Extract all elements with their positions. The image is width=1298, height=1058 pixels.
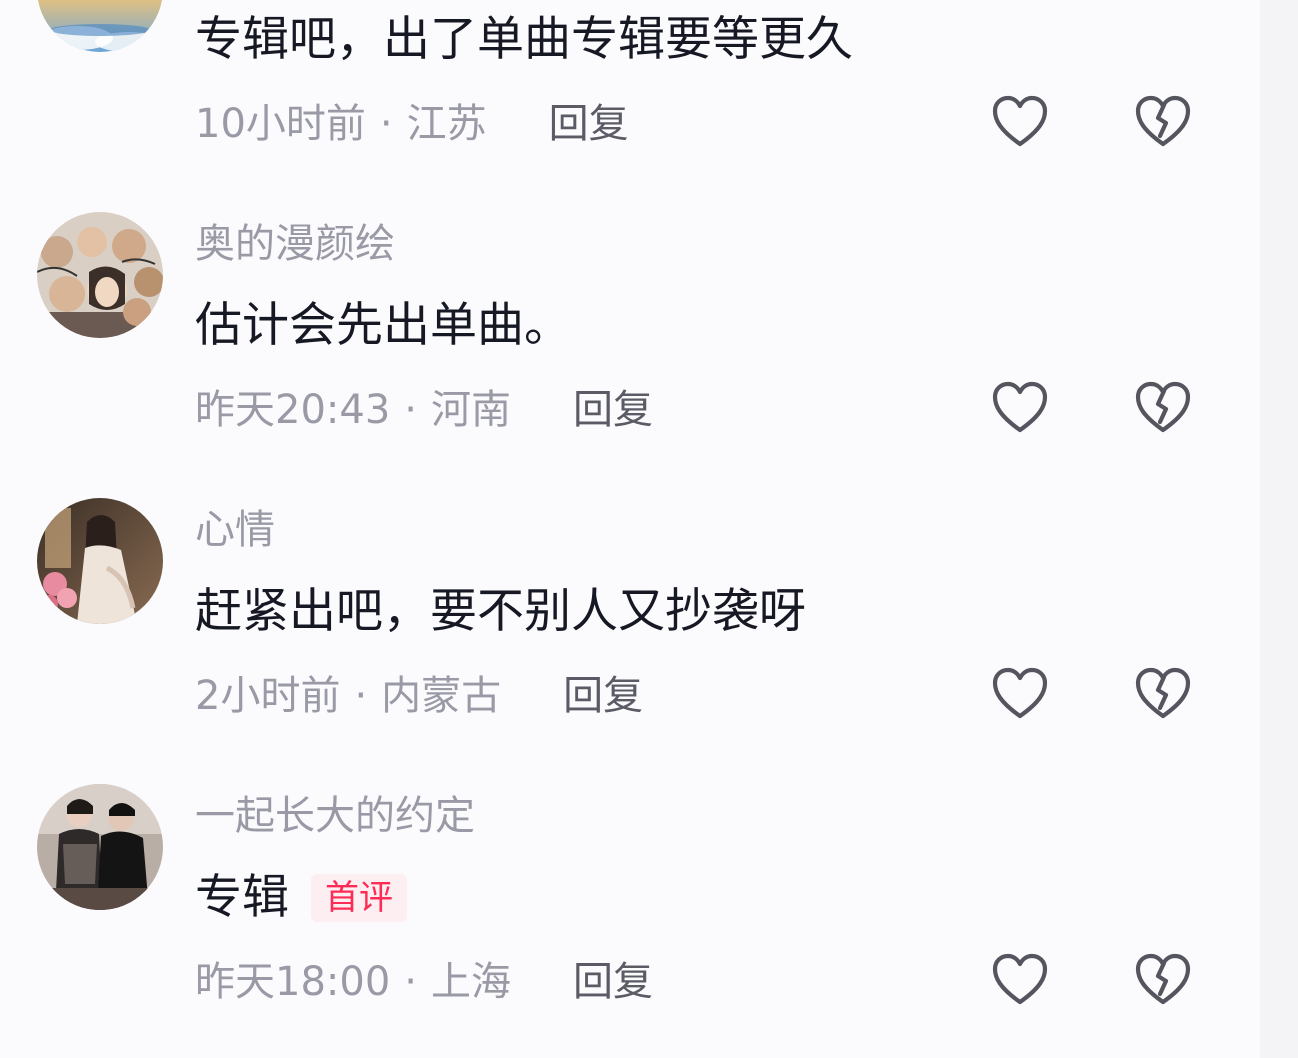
separator-dot: · xyxy=(404,959,417,1005)
comment-text-content: 专辑 xyxy=(195,870,289,925)
broken-heart-icon xyxy=(1135,667,1191,719)
dislike-button[interactable] xyxy=(1133,92,1193,152)
comment-text: 专辑 首评 xyxy=(195,870,407,926)
broken-heart-icon xyxy=(1135,381,1191,433)
like-button[interactable] xyxy=(990,92,1050,152)
comment-meta: 10小时前 · 江苏 回复 xyxy=(195,100,629,148)
separator-dot: · xyxy=(404,387,417,433)
avatar[interactable] xyxy=(37,212,163,338)
comment-location: 内蒙古 xyxy=(381,673,502,719)
comment-location: 江苏 xyxy=(406,101,487,147)
comment-time: 2小时前 xyxy=(195,673,341,719)
comment-text-content: 专辑吧，出了单曲专辑要等更久 xyxy=(195,12,853,67)
separator-dot: · xyxy=(354,673,368,719)
comment-meta: 昨天18:00 · 上海 回复 xyxy=(195,958,653,1006)
like-button[interactable] xyxy=(990,378,1050,438)
comment-time: 昨天20:43 xyxy=(195,387,391,433)
comment-text: 赶紧出吧，要不别人又抄袭呀 xyxy=(195,584,806,640)
separator-dot: · xyxy=(379,101,393,147)
avatar[interactable] xyxy=(37,0,163,52)
heart-outline-icon xyxy=(992,953,1048,1005)
heart-outline-icon xyxy=(992,95,1048,147)
like-button[interactable] xyxy=(990,664,1050,724)
comment-time: 昨天18:00 xyxy=(195,959,391,1005)
username[interactable]: 一起长大的约定 xyxy=(195,792,475,840)
broken-heart-icon xyxy=(1135,95,1191,147)
username[interactable]: 心情 xyxy=(195,506,275,554)
comment-text-content: 估计会先出单曲。 xyxy=(195,298,571,353)
reply-button[interactable]: 回复 xyxy=(573,958,653,1006)
comment-text: 估计会先出单曲。 xyxy=(195,298,571,354)
comment-meta: 昨天20:43 · 河南 回复 xyxy=(195,386,653,434)
heart-outline-icon xyxy=(992,381,1048,433)
dislike-button[interactable] xyxy=(1133,664,1193,724)
right-margin-strip xyxy=(1260,0,1298,1058)
like-button[interactable] xyxy=(990,950,1050,1010)
heart-outline-icon xyxy=(992,667,1048,719)
comment-meta: 2小时前 · 内蒙古 回复 xyxy=(195,672,643,720)
broken-heart-icon xyxy=(1135,953,1191,1005)
avatar[interactable] xyxy=(37,784,163,910)
username[interactable]: 奥的漫颜绘 xyxy=(195,220,395,268)
comment-time: 10小时前 xyxy=(195,101,366,147)
comment-location: 河南 xyxy=(431,387,511,433)
reply-button[interactable]: 回复 xyxy=(573,386,653,434)
reply-button[interactable]: 回复 xyxy=(563,672,643,720)
comment-text-content: 赶紧出吧，要不别人又抄袭呀 xyxy=(195,584,806,639)
first-comment-badge: 首评 xyxy=(311,874,407,922)
reply-button[interactable]: 回复 xyxy=(549,100,629,148)
comment-text: 专辑吧，出了单曲专辑要等更久 xyxy=(195,12,853,68)
avatar[interactable] xyxy=(37,498,163,624)
comment-list: 专辑吧，出了单曲专辑要等更久 10小时前 · 江苏 回复 奥的漫颜绘 估计会先出… xyxy=(0,0,1260,1058)
comment-location: 上海 xyxy=(431,959,511,1005)
dislike-button[interactable] xyxy=(1133,950,1193,1010)
dislike-button[interactable] xyxy=(1133,378,1193,438)
